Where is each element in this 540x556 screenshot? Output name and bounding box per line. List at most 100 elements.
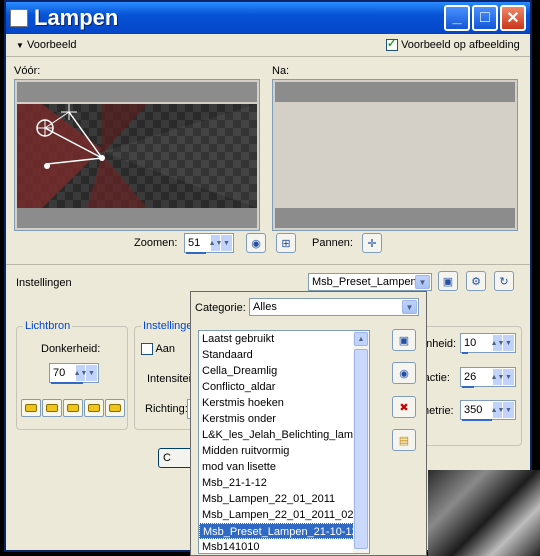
- list-scrollbar[interactable]: ▲: [353, 331, 369, 553]
- lamp-tool-icon[interactable]: [63, 399, 83, 417]
- preset-list-item[interactable]: Msb_Lampen_22_01_2011: [199, 491, 354, 507]
- preset-list-item[interactable]: Msb_21-1-12: [199, 475, 354, 491]
- window-title: Lampen: [34, 5, 119, 30]
- save-preset-button[interactable]: ▣: [438, 271, 458, 291]
- chevron-down-icon[interactable]: ▼: [402, 300, 417, 314]
- category-value: Alles: [253, 301, 277, 313]
- spin-arrows-icon[interactable]: ▲▼: [491, 402, 504, 418]
- preset-value: Msb_Preset_Lampen...: [312, 276, 426, 288]
- preview-band-top: [17, 82, 257, 102]
- darkness-spinner[interactable]: 70 ▲▼ ▼: [49, 363, 99, 384]
- zoom-label: Zoomen:: [134, 237, 178, 249]
- preset-list-item[interactable]: Cella_Dreamlig: [199, 363, 354, 379]
- preset-options-button[interactable]: ⚙: [466, 271, 486, 291]
- show-on-image-label: Voorbeeld op afbeelding: [401, 39, 520, 51]
- darkness-label: Donkerheid:: [41, 343, 101, 355]
- lamp-tool-icon[interactable]: [21, 399, 41, 417]
- preset-popup: Categorie: Alles ▼ Laatst gebruikt Standa…: [190, 291, 427, 556]
- spin-arrows-icon[interactable]: ▲▼: [491, 335, 504, 351]
- dropdown-arrow-icon[interactable]: ▼: [503, 402, 514, 418]
- category-dropdown[interactable]: Alles ▼: [249, 298, 419, 316]
- folder-icon[interactable]: ▤: [392, 429, 416, 451]
- dropdown-arrow-icon[interactable]: ▼: [86, 365, 97, 381]
- lichtbron-group: Lichtbron Donkerheid: 70 ▲▼ ▼: [16, 320, 128, 430]
- right-value-2: 26: [464, 371, 477, 383]
- reset-button[interactable]: ↻: [494, 271, 514, 291]
- dropdown-arrow-icon[interactable]: ▼: [221, 235, 232, 251]
- right-spinner-3[interactable]: 350 ▲▼ ▼: [460, 400, 516, 421]
- show-on-image-row[interactable]: Voorbeeld op afbeelding: [386, 37, 520, 52]
- right-spinner-2[interactable]: 26 ▲▼ ▼: [460, 367, 516, 388]
- preview-toggle[interactable]: ▼ Voorbeeld: [16, 39, 77, 51]
- close-button[interactable]: ✕: [500, 5, 526, 31]
- divider: [6, 56, 530, 57]
- dropdown-arrow-icon[interactable]: ▼: [503, 335, 514, 351]
- preset-list-item[interactable]: Kerstmis onder: [199, 411, 354, 427]
- preset-list-item[interactable]: Msb_Preset_Lampen_21-10-12: [199, 523, 354, 539]
- darkness-value: 70: [53, 367, 66, 379]
- pan-button[interactable]: ✛: [362, 233, 382, 253]
- zoom-fit-button[interactable]: ◉: [246, 233, 266, 253]
- after-band-bottom: [275, 208, 515, 228]
- save-preset-icon[interactable]: ▣: [392, 329, 416, 351]
- preset-list-item[interactable]: Conflicto_aldar: [199, 379, 354, 395]
- right-value-1: 10: [464, 337, 477, 349]
- preset-list-item[interactable]: Msb_Lampen_22_01_2011_02: [199, 507, 354, 523]
- chevron-down-icon: ▼: [16, 41, 24, 50]
- after-preview[interactable]: [272, 79, 518, 231]
- preset-list-item[interactable]: Laatst gebruikt: [199, 331, 354, 347]
- preview-label: Voorbeeld: [26, 39, 77, 51]
- preset-list-item[interactable]: L&K_les_Jelah_Belichting_lam...: [199, 427, 354, 443]
- preset-list-item[interactable]: Midden ruitvormig: [199, 443, 354, 459]
- import-preset-icon[interactable]: ◉: [392, 362, 416, 384]
- divider: [6, 264, 530, 265]
- lamp-tool-icon[interactable]: [105, 399, 125, 417]
- category-label: Categorie:: [195, 302, 246, 314]
- preset-list-item[interactable]: mod van lisette: [199, 459, 354, 475]
- lamp-tool-icon[interactable]: [42, 399, 62, 417]
- spin-arrows-icon[interactable]: ▲▼: [491, 369, 504, 385]
- show-on-image-checkbox[interactable]: [386, 37, 398, 52]
- preview-band-bottom: [17, 208, 257, 228]
- app-icon: [10, 9, 28, 27]
- scroll-up-icon[interactable]: ▲: [354, 332, 368, 346]
- dropdown-arrow-icon[interactable]: ▼: [503, 369, 514, 385]
- lichtbron-title: Lichtbron: [23, 320, 73, 332]
- preset-list-item[interactable]: Msb141010: [199, 539, 354, 553]
- preset-list-item[interactable]: Kerstmis hoeken: [199, 395, 354, 411]
- after-band-top: [275, 82, 515, 102]
- level-bar: [462, 386, 474, 388]
- preset-list-item[interactable]: Standaard: [199, 347, 354, 363]
- preset-dropdown[interactable]: Msb_Preset_Lampen... ▼: [308, 273, 432, 291]
- before-preview[interactable]: [14, 79, 260, 231]
- settings-label: Instellingen: [16, 277, 72, 289]
- before-label: Vóór:: [14, 65, 41, 77]
- delete-preset-icon[interactable]: ✖: [392, 396, 416, 418]
- lamp-preview-image: [17, 104, 257, 208]
- pan-label: Pannen:: [312, 237, 353, 249]
- after-label: Na:: [272, 65, 290, 77]
- background-photo: [428, 470, 540, 556]
- maximize-button[interactable]: □: [472, 5, 498, 31]
- aan-row[interactable]: Aan: [141, 343, 176, 356]
- spin-arrows-icon[interactable]: ▲▼: [74, 365, 87, 381]
- spin-arrows-icon[interactable]: ▲▼: [209, 235, 222, 251]
- lamp-tool-icon[interactable]: [84, 399, 104, 417]
- right-spinner-1[interactable]: 10 ▲▼ ▼: [460, 333, 516, 354]
- level-bar: [462, 352, 468, 354]
- zoom-actual-size-button[interactable]: ⊞: [276, 233, 296, 253]
- aan-checkbox[interactable]: [141, 343, 153, 356]
- zoom-spinner[interactable]: 51 ▲▼ ▼: [184, 233, 234, 254]
- aan-label: Aan: [155, 343, 176, 355]
- preset-list[interactable]: Laatst gebruikt Standaard Cella_Dreamlig Co…: [198, 330, 370, 554]
- preset-list-items: Laatst gebruikt Standaard Cella_Dreamlig Co…: [199, 331, 369, 553]
- title-bar: Lampen _ □ ✕: [6, 2, 530, 34]
- minimize-button[interactable]: _: [444, 5, 470, 31]
- zoom-value: 51: [188, 237, 201, 249]
- darkness-level-bar: [51, 382, 83, 384]
- chevron-down-icon[interactable]: ▼: [415, 275, 430, 289]
- scroll-thumb[interactable]: [354, 349, 368, 549]
- zoom-level-bar: [186, 252, 206, 254]
- level-bar: [462, 419, 492, 421]
- right-value-3: 350: [464, 404, 483, 416]
